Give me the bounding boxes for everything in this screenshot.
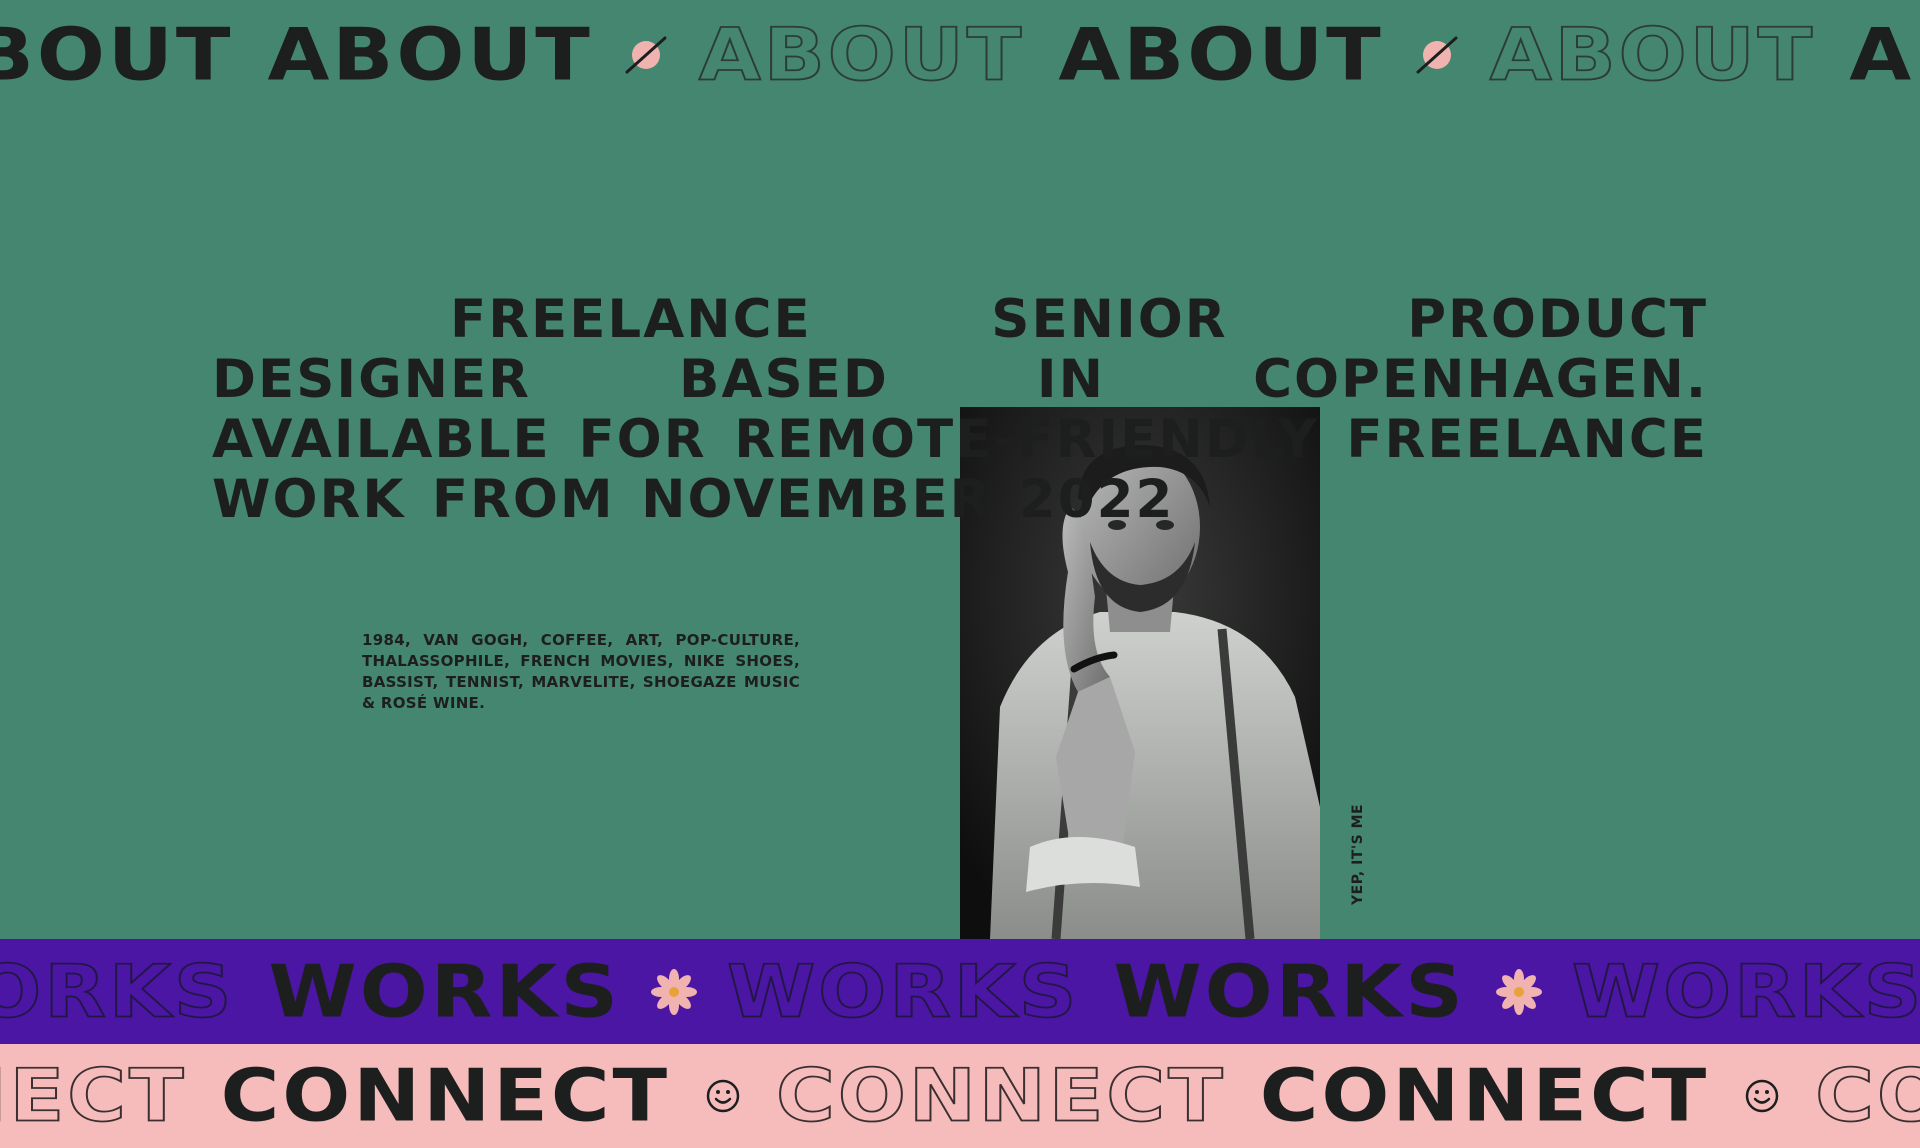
portrait-caption: Yep, it's me: [1350, 803, 1366, 905]
about-word: About: [0, 12, 234, 97]
planet-icon: [625, 36, 667, 74]
works-word-outline: Works: [1571, 949, 1920, 1033]
intro-headline: Freelance senior product designer based …: [212, 289, 1708, 530]
smiley-icon: [706, 1079, 740, 1113]
flower-icon: [1495, 968, 1542, 1015]
smiley-icon: [1746, 1079, 1779, 1113]
connect-word-outline: Connect: [0, 1053, 187, 1138]
about-word-outline: About: [698, 12, 1025, 97]
intro-bio: 1984, Van Gogh, Coffee, Art, Pop-culture…: [362, 631, 800, 712]
connect-marquee-track: Connect Connect Connect Connect Connect: [0, 1044, 1920, 1148]
about-word: About: [267, 12, 593, 97]
works-word: Works: [268, 949, 621, 1033]
about-marquee[interactable]: About About About About About About: [0, 0, 1920, 110]
about-marquee-track: About About About About About About: [0, 0, 1920, 110]
connect-word-outline: Connect: [1814, 1053, 1920, 1138]
connect-word: Connect: [1259, 1053, 1710, 1138]
flower-icon: [650, 968, 697, 1015]
works-word: Works: [1113, 949, 1466, 1033]
about-word-outline: About: [1489, 12, 1816, 97]
works-word-outline: Works: [0, 949, 235, 1033]
works-marquee-track: Works Works Works Works: [0, 939, 1920, 1044]
works-word-outline: Works: [726, 949, 1080, 1033]
works-marquee[interactable]: Works Works Works Works: [0, 939, 1920, 1044]
connect-marquee[interactable]: Connect Connect Connect Connect Connect: [0, 1044, 1920, 1148]
connect-word-outline: Connect: [775, 1053, 1226, 1138]
connect-word: Connect: [220, 1053, 671, 1138]
planet-icon: [1416, 36, 1458, 74]
about-word: About: [1849, 12, 1920, 97]
about-word: About: [1058, 12, 1384, 97]
